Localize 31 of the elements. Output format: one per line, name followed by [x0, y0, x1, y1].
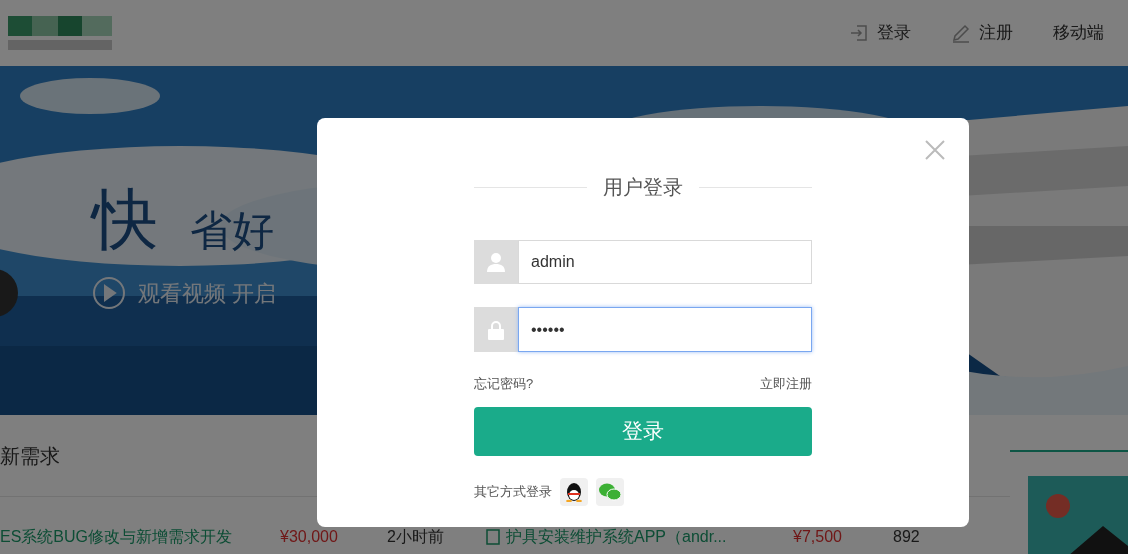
forgot-password-link[interactable]: 忘记密码?: [474, 374, 534, 394]
section-title: 新需求: [0, 443, 60, 469]
pencil-icon: [951, 23, 971, 43]
hero-subheadline: 省好: [190, 210, 274, 252]
play-icon: [92, 276, 126, 310]
nav-link[interactable]: 注册: [951, 20, 1013, 46]
demand-title: ES系统BUG修改与新增需求开发: [0, 528, 233, 546]
demand-title: 护具安装维护系统APP（andr...: [506, 528, 728, 546]
chat-bubbles-icon: [599, 482, 621, 501]
password-field[interactable]: ••••••: [518, 307, 812, 352]
sign-in-icon: [849, 23, 869, 43]
username-field[interactable]: admin: [518, 240, 812, 284]
demand-price: ¥7,500: [793, 528, 843, 546]
penguin-icon: [565, 481, 583, 502]
demand-time: 892: [893, 528, 920, 546]
nav-link[interactable]: 移动端: [1053, 20, 1104, 46]
nav-link[interactable]: 登录: [849, 20, 911, 46]
register-link[interactable]: 立即注册: [760, 374, 812, 394]
dialog-title: 用户登录: [603, 175, 683, 200]
hero-headline: 快: [92, 186, 158, 252]
demand-time: 2小时前: [387, 528, 445, 546]
lock-icon: [487, 319, 505, 340]
document-icon: [486, 529, 500, 545]
other-methods-label: 其它方式登录: [474, 482, 552, 501]
qq-login-button[interactable]: [560, 477, 588, 506]
close-icon: [924, 139, 946, 161]
demand-price: ¥30,000: [280, 528, 339, 546]
login-button[interactable]: 登录: [474, 406, 812, 456]
close-button[interactable]: [923, 138, 947, 162]
wechat-login-button[interactable]: [596, 477, 624, 506]
user-icon: [486, 252, 506, 272]
